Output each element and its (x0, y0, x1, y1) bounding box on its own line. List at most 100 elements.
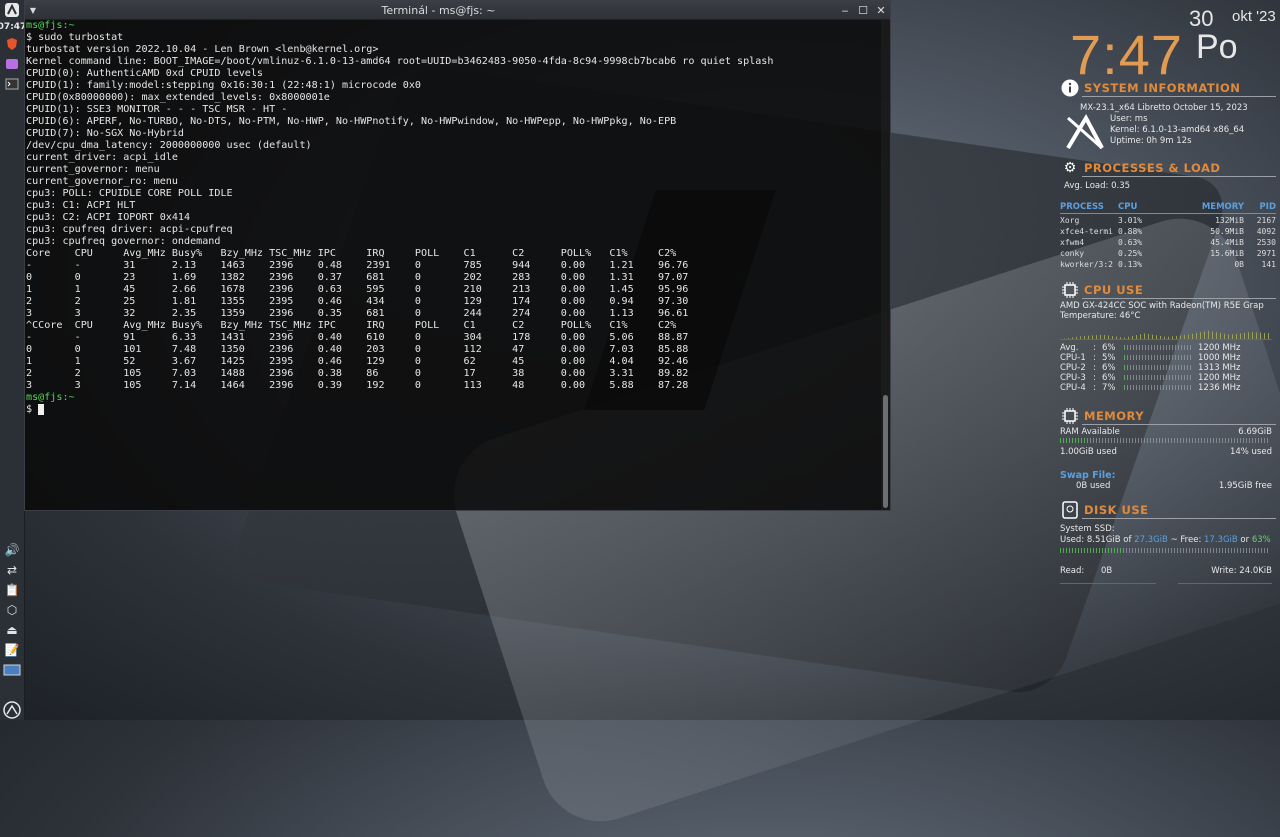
terminal-line: Kernel command line: BOOT_IMAGE=/boot/vm… (26, 56, 774, 67)
disk-read-value: 0B (1101, 566, 1113, 576)
process-cell: 4092 (1256, 227, 1276, 236)
process-column-header: PROCESS (1060, 202, 1104, 212)
notes-icon[interactable]: 📝 (1, 640, 23, 660)
window-menu-icon[interactable]: ▼ (25, 6, 41, 15)
cpu-model-text: AMD GX-424CC SOC with Radeon(TM) R5E Gra… (1060, 301, 1264, 311)
swap-free: 1.95GiB free (1218, 481, 1272, 491)
sysinfo-rule (1082, 96, 1276, 97)
process-cell: 0.13% (1118, 260, 1143, 269)
cpu-temp-text: Temperature: 46°C (1060, 311, 1141, 321)
process-table-header: PROCESS CPU MEMORY PID (1060, 202, 1276, 213)
terminal-scrollbar[interactable] (881, 20, 890, 510)
cpu-graph-spikes (1060, 330, 1272, 339)
terminal-icon[interactable] (1, 74, 23, 94)
terminal-line: current_driver: acpi_idle (26, 152, 178, 163)
network-icon[interactable]: ⇄ (1, 560, 23, 580)
close-button[interactable]: ✕ (872, 4, 890, 17)
show-desktop-icon[interactable] (1, 700, 23, 720)
cpu-row-frequency: 1000 MHz (1198, 353, 1241, 363)
sysinfo-title: SYSTEM INFORMATION (1084, 81, 1241, 95)
cpu-row-colon: : (1093, 383, 1096, 393)
processes-header: ⚙ PROCESSES & LOAD (1060, 158, 1220, 178)
cpu-row-bar (1124, 365, 1192, 370)
memory-rule (1082, 424, 1276, 425)
mx-logo-icon (1066, 112, 1104, 153)
cpu-graph (1060, 325, 1272, 340)
swap-label: Swap File: (1060, 470, 1116, 481)
process-cell: 45.4MiB (1210, 238, 1244, 247)
memory-title: MEMORY (1084, 409, 1145, 423)
process-column-header: PID (1259, 202, 1276, 212)
disk-write-graph (1178, 576, 1272, 584)
terminal-line: 3 3 32 2.35 1359 2396 0.35 681 0 244 274… (26, 308, 689, 319)
terminal-line: cpu3: cpufreq driver: acpi-cpufreq (26, 224, 233, 235)
terminal-window[interactable]: ▼ Terminál - ms@fjs: ~ ‒ ☐ ✕ ms@fjs:~ $ s… (24, 0, 891, 511)
disk-used: Used: 8.51GiB of (1060, 535, 1135, 545)
distro-text: MX-23.1_x64 Libretto October 15, 2023 (1080, 103, 1248, 113)
mx-menu-icon[interactable] (1, 0, 23, 20)
panel-clock: 07:47 (0, 22, 27, 32)
disk-bar (1060, 548, 1268, 553)
terminal-line: ms@fjs:~ (26, 392, 75, 403)
process-cell: 2971 (1256, 249, 1276, 258)
disk-total: 27.3GiB (1134, 535, 1168, 545)
process-cell: 0.63% (1118, 238, 1143, 247)
process-table: PROCESS CPU MEMORY PID Xorg 3.01% 132MiB 2167 xf… (1060, 202, 1276, 270)
disk-free-label: ~ Free: (1167, 535, 1205, 545)
cpu-row-bar (1124, 385, 1192, 390)
cpu-row-label: CPU-3 (1060, 373, 1086, 383)
ram-bar-fill (1060, 438, 1090, 443)
window-titlebar[interactable]: ▼ Terminál - ms@fjs: ~ ‒ ☐ ✕ (25, 1, 890, 20)
terminal-line: /dev/cpu_dma_latency: 2000000000 usec (d… (26, 140, 312, 151)
cpu-row-bar-fill (1124, 375, 1129, 380)
scrollbar-thumb[interactable] (883, 395, 888, 508)
terminal-line: 2 2 105 7.03 1488 2396 0.38 86 0 17 38 0… (26, 368, 689, 379)
clipboard-icon[interactable]: 📋 (1, 580, 23, 600)
disk-write: Write: 24.0KiB (1211, 566, 1272, 576)
process-column-header: MEMORY (1201, 202, 1244, 212)
disk-bar-fill (1060, 548, 1125, 553)
terminal-line: cpu3: POLL: CPUIDLE CORE POLL IDLE (26, 188, 233, 199)
gears-icon: ⚙ (1063, 160, 1077, 176)
terminal-line: 2 2 25 1.81 1355 2395 0.46 434 0 129 174… (26, 296, 689, 307)
cpu-row-bar-fill (1124, 355, 1128, 360)
terminal-line: 0 0 23 1.69 1382 2396 0.37 681 0 202 283… (26, 272, 689, 283)
terminal-line: CPUID(0): AuthenticAMD 0xd CPUID levels (26, 68, 264, 79)
brave-browser-icon[interactable] (1, 34, 23, 54)
disk-header: DISK USE (1060, 500, 1149, 520)
process-cell: 141 (1261, 260, 1276, 269)
package-icon[interactable]: ⬡ (1, 600, 23, 620)
process-row: conky 0.25% 15.6MiB 2971 (1060, 248, 1276, 259)
info-icon (1060, 78, 1080, 98)
process-cell: 132MiB (1215, 216, 1244, 225)
eject-icon[interactable]: ⏏ (1, 620, 23, 640)
cpu-row-colon: : (1093, 353, 1096, 363)
ram-available: 6.69GiB (1238, 427, 1272, 437)
workspace-switcher[interactable] (1, 660, 23, 680)
terminal-line: ^CCore CPU Avg_MHz Busy% Bzy_MHz TSC_MHz… (26, 320, 677, 331)
maximize-button[interactable]: ☐ (854, 4, 872, 17)
cpu-chip-icon (1060, 280, 1080, 300)
disk-write-value: 24.0KiB (1239, 566, 1272, 576)
process-table-divider (1060, 213, 1276, 214)
file-manager-icon[interactable] (1, 54, 23, 74)
cpu-header: CPU USE (1060, 280, 1143, 300)
process-column-header: CPU (1118, 202, 1138, 212)
terminal-line: CPUID(1): SSE3 MONITOR - - - TSC MSR - H… (26, 104, 288, 115)
disk-title: DISK USE (1084, 503, 1149, 517)
kernel-text: Kernel: 6.1.0-13-amd64 x86_64 (1110, 125, 1245, 135)
cpu-row-frequency: 1313 MHz (1198, 363, 1241, 373)
terminal-line: $ sudo turbostat (26, 32, 124, 43)
terminal-line: CPUID(1): family:model:stepping 0x16:30:… (26, 80, 422, 91)
terminal-line: CPUID(7): No-SGX No-Hybrid (26, 128, 185, 139)
cpu-row-percent: 7% (1102, 383, 1116, 393)
volume-icon[interactable]: 🔊 (1, 540, 23, 560)
terminal-output[interactable]: ms@fjs:~ $ sudo turbostat turbostat versio… (26, 20, 880, 510)
process-cell: 2167 (1256, 216, 1276, 225)
ram-label: RAM Available (1060, 427, 1120, 437)
process-cell: 0.25% (1118, 249, 1143, 258)
processes-rule (1082, 176, 1276, 177)
minimize-button[interactable]: ‒ (836, 4, 854, 17)
cpu-row-bar (1124, 345, 1192, 350)
process-cell: 50.9MiB (1210, 227, 1244, 236)
